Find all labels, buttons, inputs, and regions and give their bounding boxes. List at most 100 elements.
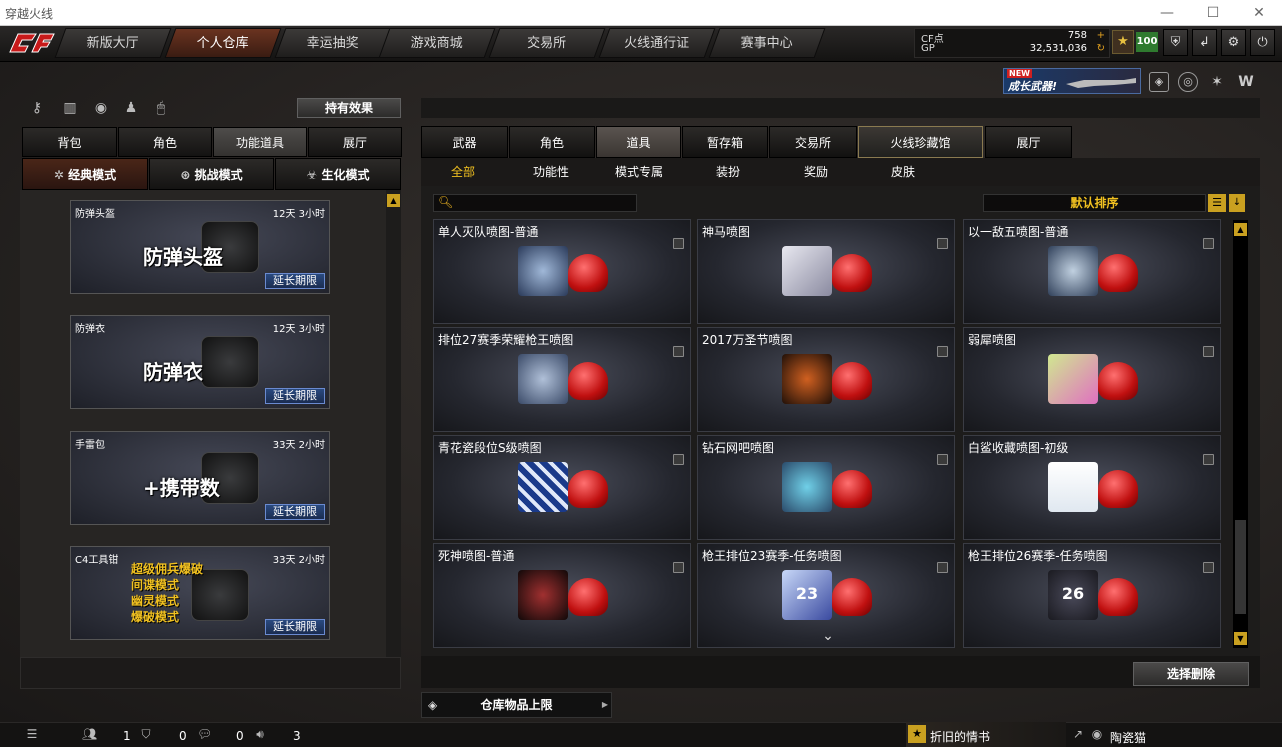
mode-tab[interactable]: ⊛ 挑战模式 xyxy=(149,158,274,190)
spray-item-card[interactable]: 2017万圣节喷图 xyxy=(697,327,955,432)
spray-item-card[interactable]: 单人灭队喷图-普通 xyxy=(433,219,691,324)
recycle-icon[interactable]: ◉ xyxy=(90,97,112,119)
stats-icon[interactable]: ▥ xyxy=(59,97,81,119)
sub-category-tab[interactable]: 装扮 xyxy=(698,158,758,186)
sub-category-tab[interactable]: 功能性 xyxy=(521,158,581,186)
search-input[interactable]: 🔍︎ xyxy=(433,194,637,212)
close-button[interactable]: ✕ xyxy=(1236,0,1282,26)
rank-emblem-icon[interactable]: ★ xyxy=(1112,30,1134,54)
spray-item-card[interactable]: 弱犀喷图 xyxy=(963,327,1221,432)
category-tab[interactable]: 角色 xyxy=(509,126,595,158)
lock-icon[interactable] xyxy=(1203,238,1214,249)
lock-icon[interactable] xyxy=(673,238,684,249)
sub-category-tab[interactable]: 奖励 xyxy=(786,158,846,186)
scroll-up-arrow-icon[interactable]: ▲ xyxy=(387,194,400,207)
mouse-icon[interactable]: 🖱 xyxy=(150,97,172,119)
spray-item-card[interactable]: 以一敌五喷图-普通 xyxy=(963,219,1221,324)
spray-can-icon xyxy=(568,254,608,292)
minimize-button[interactable]: — xyxy=(1144,0,1190,26)
refresh-gp-icon[interactable]: ↻ xyxy=(1097,43,1105,54)
sub-category-tab[interactable]: 模式专属 xyxy=(608,158,670,186)
speaker-icon[interactable]: 🔊︎ xyxy=(253,727,267,741)
chat-icon[interactable]: 💬︎ xyxy=(197,727,212,741)
lock-icon[interactable] xyxy=(673,562,684,573)
settings-gear-icon[interactable]: ⚙ xyxy=(1221,29,1246,56)
storage-limit-button[interactable]: ◈ 仓库物品上限 ▶ xyxy=(421,692,612,718)
mode-tab[interactable]: ✲ 经典模式 xyxy=(22,158,148,190)
character-icon[interactable]: ♟ xyxy=(120,97,142,119)
return-icon[interactable]: ↲ xyxy=(1192,29,1217,56)
extend-button[interactable]: 延长期限 xyxy=(265,273,325,289)
extend-button[interactable]: 延长期限 xyxy=(265,388,325,404)
globe-icon[interactable]: ◎ xyxy=(1178,72,1198,92)
mode-tab[interactable]: ☣ 生化模式 xyxy=(275,158,401,190)
category-tab[interactable]: 火线珍藏馆 xyxy=(858,126,983,158)
shield-icon[interactable]: ⛨ xyxy=(1163,29,1188,56)
lock-icon[interactable] xyxy=(673,346,684,357)
power-icon[interactable]: ⏻ xyxy=(1250,29,1275,56)
growth-weapon-banner[interactable]: NEW 成长武器! xyxy=(1003,68,1141,94)
extend-button[interactable]: 延长期限 xyxy=(265,504,325,520)
category-tab[interactable]: 道具 xyxy=(596,126,681,158)
nav-tab[interactable]: 幸运抽奖 xyxy=(274,28,392,58)
extend-button[interactable]: 延长期限 xyxy=(265,619,325,635)
clan-shield-icon[interactable]: ⛉ xyxy=(139,727,153,741)
emblem-shield-icon[interactable]: ◈ xyxy=(1149,72,1169,92)
add-cf-icon[interactable]: + xyxy=(1097,30,1105,41)
inventory-item-card[interactable]: 手雷包 33天 2小时 +携带数 延长期限 xyxy=(70,431,330,525)
inventory-item-card[interactable]: 防弹头盔 12天 3小时 防弹头盔 延长期限 xyxy=(70,200,330,294)
spray-item-card[interactable]: 神马喷图 xyxy=(697,219,955,324)
lock-icon[interactable] xyxy=(1203,454,1214,465)
nav-tab[interactable]: 新版大厅 xyxy=(54,28,172,58)
sort-direction-icon[interactable]: ↓ xyxy=(1229,194,1245,212)
lock-icon[interactable] xyxy=(937,454,948,465)
spray-item-card[interactable]: 死神喷图-普通 xyxy=(433,543,691,648)
spray-item-card[interactable]: 枪王排位26赛季-任务喷图 26 xyxy=(963,543,1221,648)
grid-scroll-up-icon[interactable]: ▲ xyxy=(1234,223,1247,236)
chevron-down-icon[interactable]: ⌄ xyxy=(818,628,838,644)
spray-item-card[interactable]: 钻石网吧喷图 xyxy=(697,435,955,540)
inventory-item-card[interactable]: 防弹衣 12天 3小时 防弹衣 延长期限 xyxy=(70,315,330,409)
category-tab[interactable]: 武器 xyxy=(421,126,508,158)
left-tab[interactable]: 角色 xyxy=(118,127,212,157)
lock-icon[interactable] xyxy=(937,346,948,357)
w-logo-icon[interactable]: W xyxy=(1236,72,1256,92)
nav-tab[interactable]: 游戏商城 xyxy=(378,28,496,58)
category-tab[interactable]: 暂存箱 xyxy=(682,126,768,158)
lock-icon[interactable] xyxy=(1203,346,1214,357)
left-tab[interactable]: 背包 xyxy=(22,127,117,157)
category-tab[interactable]: 展厅 xyxy=(985,126,1072,158)
spray-item-card[interactable]: 青花瓷段位S级喷图 xyxy=(433,435,691,540)
spray-item-card[interactable]: 排位27赛季荣耀枪王喷图 xyxy=(433,327,691,432)
sub-category-tab[interactable]: 全部 xyxy=(433,158,493,186)
lock-icon[interactable] xyxy=(1203,562,1214,573)
sort-dropdown[interactable]: 默认排序 xyxy=(983,194,1206,212)
holding-effects-button[interactable]: 持有效果 xyxy=(297,98,401,118)
spray-item-card[interactable]: 白鲨收藏喷图-初级 xyxy=(963,435,1221,540)
category-tab[interactable]: 交易所 xyxy=(769,126,857,158)
sub-category-tab[interactable]: 皮肤 xyxy=(873,158,933,186)
nav-tab[interactable]: 交易所 xyxy=(488,28,606,58)
grid-scroll-down-icon[interactable]: ▼ xyxy=(1234,632,1247,645)
nav-tab[interactable]: 火线通行证 xyxy=(598,28,716,58)
left-tab[interactable]: 展厅 xyxy=(308,127,402,157)
select-delete-button[interactable]: 选择删除 xyxy=(1133,662,1249,686)
lock-icon[interactable] xyxy=(937,238,948,249)
grid-scroll-thumb[interactable] xyxy=(1235,520,1246,614)
news-ticker[interactable]: ★ 折旧的情书 xyxy=(906,722,1066,747)
nav-tab[interactable]: 赛事中心 xyxy=(708,28,826,58)
key-icon[interactable]: ⚷ xyxy=(26,97,48,119)
lock-icon[interactable] xyxy=(937,562,948,573)
menu-list-icon[interactable]: ☰ xyxy=(25,727,39,741)
nav-tab[interactable]: 个人仓库 xyxy=(164,28,282,58)
left-scrollbar[interactable]: ▲ xyxy=(386,190,401,657)
maximize-button[interactable]: ☐ xyxy=(1190,0,1236,26)
inventory-item-card[interactable]: C4工具钳 33天 2小时 超级佣兵爆破 间谍模式 幽灵模式 爆破模式 延长期限 xyxy=(70,546,330,640)
list-view-icon[interactable]: ☰ xyxy=(1208,194,1226,212)
classic-mode-icon: ✲ xyxy=(53,168,69,182)
lock-icon[interactable] xyxy=(673,454,684,465)
left-tab[interactable]: 功能道具 xyxy=(213,127,307,157)
friends-icon[interactable]: 👥︎ xyxy=(82,727,97,741)
spark-icon[interactable]: ✶ xyxy=(1207,72,1227,92)
expand-arrow-icon[interactable]: ↗ xyxy=(1071,727,1085,741)
